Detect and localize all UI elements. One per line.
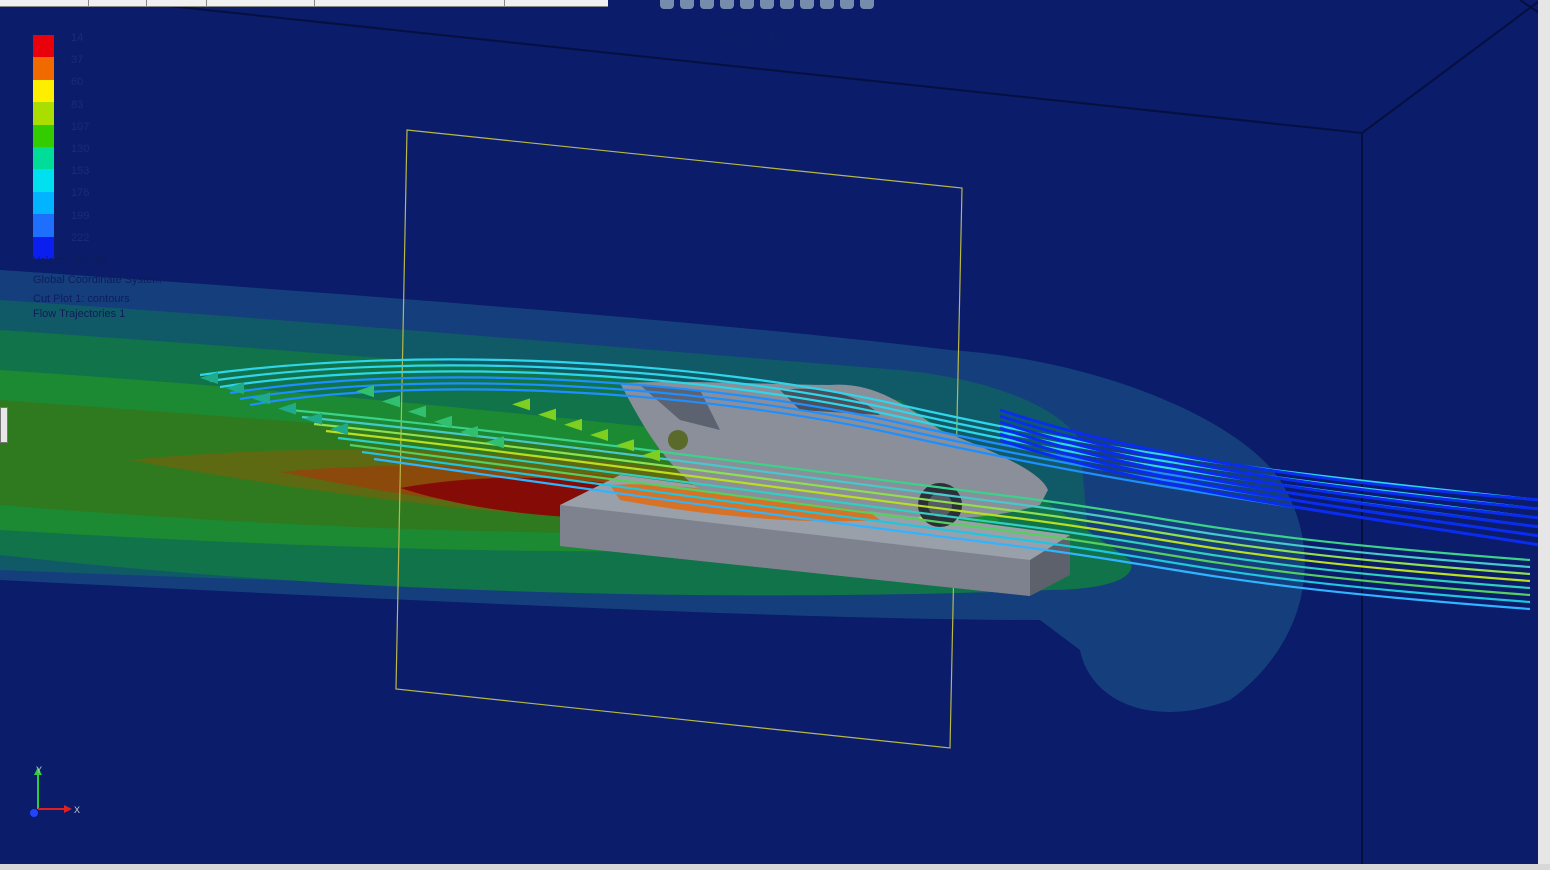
cfd-scene — [0, 0, 1550, 865]
hide-show-icon[interactable] — [780, 0, 794, 9]
feature-manager-tabs[interactable] — [0, 0, 608, 7]
legend-color-bar — [33, 35, 54, 259]
legend-swatch — [33, 35, 54, 58]
monitor-icon[interactable] — [860, 0, 874, 9]
z-axis-icon — [30, 809, 38, 817]
tab-4[interactable] — [206, 0, 315, 6]
legend-value: 199 — [71, 209, 90, 222]
legend-swatch — [33, 57, 54, 80]
legend-swatch — [33, 124, 54, 147]
display-style-icon[interactable] — [760, 0, 774, 9]
y-axis-label: Y — [36, 765, 42, 775]
status-bar — [0, 864, 1550, 870]
legend-value: 176 — [71, 187, 90, 200]
tab-5[interactable] — [314, 0, 505, 6]
legend-swatch — [33, 169, 54, 192]
previous-view-icon[interactable] — [700, 0, 714, 9]
legend-value: 83 — [71, 98, 84, 111]
legend-value: 14 — [71, 32, 84, 44]
legend-value: 222 — [71, 231, 90, 244]
zoom-fit-icon[interactable] — [660, 0, 674, 9]
domain-edge-corner — [1361, 1, 1539, 134]
task-pane-strip[interactable] — [1538, 0, 1550, 870]
view-settings-icon[interactable] — [840, 0, 854, 9]
graphics-viewport[interactable]: Iteration = 177 14 37 60 83 107 130 153 176 199 2… — [0, 0, 1550, 870]
apply-scene-icon[interactable] — [820, 0, 834, 9]
collapse-panel-tab[interactable] — [0, 407, 8, 443]
legend-value: 37 — [71, 54, 84, 67]
plot-info: Velocity [ft/min] Global Coordinate Syst… — [33, 255, 161, 327]
coordinate-system-line: Global Coordinate System — [33, 274, 162, 286]
cut-plot-line: Cut Plot 1: contours — [33, 293, 130, 305]
iteration-label: Iteration = 177 — [712, 28, 790, 42]
legend-value: 107 — [71, 120, 90, 133]
tab-2[interactable] — [88, 0, 147, 6]
legend-swatch — [33, 146, 54, 170]
tab-1[interactable] — [0, 0, 89, 6]
legend-value-labels: 14 37 60 83 107 130 153 176 199 222 — [71, 31, 89, 253]
legend-swatch — [33, 214, 54, 237]
edit-appearance-icon[interactable] — [800, 0, 814, 9]
legend-value: 60 — [71, 76, 84, 89]
legend-value: 130 — [71, 142, 90, 155]
axis-triad: Y X — [30, 765, 80, 817]
domain-edge-top — [149, 3, 1363, 134]
legend-swatch — [33, 191, 54, 215]
car-light — [668, 430, 688, 450]
legend-value: 153 — [71, 165, 90, 178]
tab-3[interactable] — [146, 0, 207, 6]
zoom-area-icon[interactable] — [680, 0, 694, 9]
heads-up-view-toolbar[interactable] — [660, 0, 874, 9]
units-line: Velocity [ft/min] — [33, 255, 107, 267]
trajectories-line: Flow Trajectories 1 — [33, 308, 126, 320]
section-view-icon[interactable] — [720, 0, 734, 9]
x-axis-label: X — [74, 805, 80, 815]
legend-swatch — [33, 79, 54, 103]
legend-swatch — [33, 102, 54, 125]
view-orientation-icon[interactable] — [740, 0, 754, 9]
